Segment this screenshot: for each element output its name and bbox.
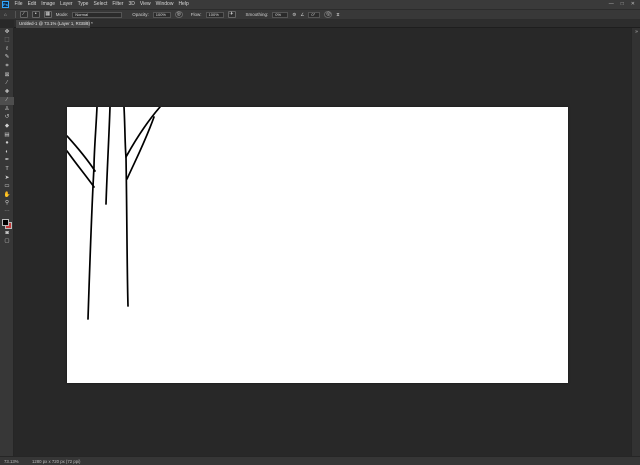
menu-layer[interactable]: Layer xyxy=(58,0,76,9)
frame-tool-icon[interactable]: ⊠ xyxy=(0,71,14,80)
document-tab[interactable]: Untitled-1 @ 73.1% (Layer 1, RGB/8) * × xyxy=(16,20,93,28)
menu-type[interactable]: Type xyxy=(75,0,91,9)
opacity-label: Opacity: xyxy=(132,12,149,17)
history-brush-tool-icon[interactable]: ↺ xyxy=(0,114,14,123)
color-swatches xyxy=(0,217,14,230)
pen-tool-icon[interactable]: ✒ xyxy=(0,157,14,166)
tree-trunk-right-stroke xyxy=(123,107,129,307)
document-info[interactable]: 1280 px x 720 px (72 ppi) xyxy=(30,459,81,464)
tools-panel: ✥ ⬚ ℓ ✎ ⌗ ⊠ ⁄ ✚ ∕ ♙ ↺ ◆ ▤ ● ◐ ✒ T ➤ ▭ ✋ ⚲ ⋯ ◙ ▢ xyxy=(0,28,14,456)
mores-tool-icon[interactable]: ⋯ xyxy=(0,208,14,217)
zoom-tool-icon[interactable]: ⚲ xyxy=(0,200,14,209)
tool-preset-picker[interactable]: ∕ xyxy=(19,11,28,18)
angle-icon: ∠ xyxy=(300,11,305,17)
brush-preset-icon: ∕ xyxy=(19,11,28,18)
minimize-icon[interactable]: — xyxy=(609,0,614,9)
branch-left-lower-stroke xyxy=(67,150,95,188)
hand-tool-icon[interactable]: ✋ xyxy=(0,191,14,200)
options-bar: ⌂ ∕ • ▦ Mode: Normal Opacity: 100% ◎ Flo… xyxy=(0,9,640,20)
brush-tip-icon: • xyxy=(31,11,40,18)
move-tool-icon[interactable]: ✥ xyxy=(0,28,14,37)
flow-label: Flow: xyxy=(190,12,202,17)
symmetry-icon[interactable]: ⧖ xyxy=(336,12,339,17)
tree-trunk-inner-stroke xyxy=(105,107,111,205)
flow-field[interactable]: 100% xyxy=(205,11,224,18)
mode-select[interactable]: Normal xyxy=(72,11,123,18)
crop-tool-icon[interactable]: ⌗ xyxy=(0,62,14,71)
foreground-color-swatch[interactable] xyxy=(2,219,9,227)
gradient-tool-icon[interactable]: ▤ xyxy=(0,131,14,140)
quick-select-tool-icon[interactable]: ✎ xyxy=(0,54,14,63)
maximize-icon[interactable]: □ xyxy=(621,0,624,9)
workspace xyxy=(14,28,631,456)
menu-help[interactable]: Help xyxy=(176,0,191,9)
eraser-tool-icon[interactable]: ◆ xyxy=(0,123,14,132)
menu-3d[interactable]: 3D xyxy=(126,0,137,9)
home-icon[interactable]: ⌂ xyxy=(4,12,7,17)
menu-select[interactable]: Select xyxy=(91,0,110,9)
menu-file[interactable]: File xyxy=(12,0,25,9)
document-canvas[interactable] xyxy=(67,107,568,383)
mode-label: Mode: xyxy=(55,12,69,17)
tool-list: ✥ ⬚ ℓ ✎ ⌗ ⊠ ⁄ ✚ ∕ ♙ ↺ ◆ ▤ ● ◐ ✒ T ➤ ▭ ✋ ⚲ ⋯ xyxy=(0,28,14,217)
screen-mode-tool-icon[interactable]: ▢ xyxy=(0,238,14,247)
clone-stamp-tool-icon[interactable]: ♙ xyxy=(0,105,14,114)
menu-edit[interactable]: Edit xyxy=(25,0,39,9)
document-tab-bar: Untitled-1 @ 73.1% (Layer 1, RGB/8) * × xyxy=(14,20,640,28)
menu-window[interactable]: Window xyxy=(153,0,176,9)
close-tab-icon[interactable]: × xyxy=(85,20,88,28)
brush-size-picker[interactable]: • xyxy=(31,11,40,18)
dodge-tool-icon[interactable]: ◐ xyxy=(0,148,14,157)
brush-tool-icon[interactable]: ∕ xyxy=(0,96,14,106)
document-tab-title: Untitled-1 @ 73.1% (Layer 1, RGB/8) * xyxy=(19,21,93,26)
panel-expand-icon[interactable]: » xyxy=(632,28,640,37)
blur-tool-icon[interactable]: ● xyxy=(0,140,14,149)
menu-filter[interactable]: Filter xyxy=(110,0,126,9)
close-window-icon[interactable]: ✕ xyxy=(631,0,635,9)
smoothing-options-gear-icon[interactable]: ⚙ xyxy=(292,12,296,18)
quick-mask-tool-icon[interactable]: ◙ xyxy=(0,229,14,238)
status-bar: 73.13% 1280 px x 720 px (72 ppi) xyxy=(0,456,640,465)
type-tool-icon[interactable]: T xyxy=(0,166,14,175)
divider xyxy=(14,11,16,18)
path-select-tool-icon[interactable]: ➤ xyxy=(0,174,14,183)
menu-view[interactable]: View xyxy=(137,0,153,9)
pressure-size-icon[interactable]: ◎ xyxy=(324,11,333,18)
branch-left-upper-stroke xyxy=(67,135,96,172)
collapsed-panels-strip: » xyxy=(631,28,640,456)
menu-image[interactable]: Image xyxy=(39,0,58,9)
tree-drawing xyxy=(67,107,161,320)
menu-bar: Ps File Edit Image Layer Type Select Fil… xyxy=(0,0,640,9)
marquee-tool-icon[interactable]: ⬚ xyxy=(0,37,14,46)
smoothing-label: Smoothing: xyxy=(245,12,269,17)
window-controls: — □ ✕ xyxy=(609,0,640,9)
pressure-opacity-icon[interactable]: ◎ xyxy=(174,11,183,18)
angle-field[interactable]: 0° xyxy=(308,11,321,18)
mode-tool-list: ◙ ▢ xyxy=(0,229,13,246)
photoshop-logo-icon: Ps xyxy=(2,1,9,8)
healing-tool-icon[interactable]: ✚ xyxy=(0,88,14,97)
eyedropper-tool-icon[interactable]: ⁄ xyxy=(0,80,14,89)
zoom-level[interactable]: 73.13% xyxy=(0,459,30,464)
brush-settings-icon: ▦ xyxy=(43,11,52,18)
brush-settings-toggle[interactable]: ▦ xyxy=(43,11,52,18)
tree-trunk-left-stroke xyxy=(87,107,98,320)
lasso-tool-icon[interactable]: ℓ xyxy=(0,45,14,54)
smoothing-field[interactable]: 0% xyxy=(272,11,289,18)
shape-tool-icon[interactable]: ▭ xyxy=(0,183,14,192)
airbrush-icon[interactable]: ✈ xyxy=(227,11,236,18)
branch-right-upper-stroke xyxy=(125,107,161,158)
opacity-field[interactable]: 100% xyxy=(152,11,171,18)
